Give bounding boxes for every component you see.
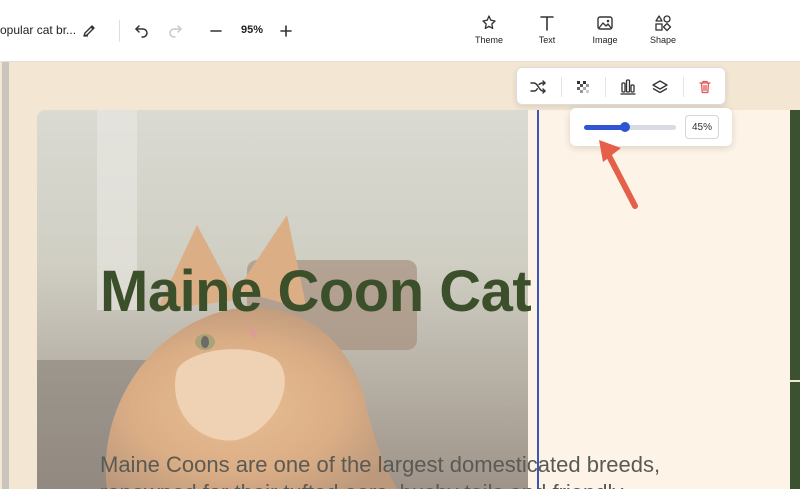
shuffle-button[interactable]	[526, 75, 550, 99]
align-button[interactable]	[616, 75, 640, 99]
accent-bar-gap	[790, 380, 800, 382]
theme-tool-label: Theme	[474, 35, 503, 45]
document-title[interactable]: opular cat br...	[0, 23, 76, 37]
layers-icon	[652, 80, 668, 94]
text-icon	[540, 16, 554, 31]
transparency-button[interactable]	[571, 75, 595, 99]
opacity-value-input[interactable]: 45%	[685, 115, 719, 139]
align-bottom-icon	[620, 79, 636, 95]
toolbar-separator	[119, 20, 120, 42]
undo-icon[interactable]	[133, 22, 151, 40]
image-icon	[597, 16, 613, 30]
edit-title-icon[interactable]	[80, 22, 98, 40]
text-tool-button[interactable]: Text	[525, 14, 569, 50]
opacity-slider-handle[interactable]	[620, 122, 631, 132]
shape-tool-label: Shape	[649, 35, 677, 45]
trash-icon	[699, 80, 711, 94]
transparency-icon	[577, 81, 589, 93]
annotation-arrow	[599, 140, 638, 209]
theme-tool-button[interactable]: Theme	[467, 14, 511, 50]
toolbar-separator	[683, 77, 684, 97]
theme-icon	[482, 15, 496, 30]
top-toolbar: opular cat br... 95% Theme Text Image Sh…	[0, 0, 800, 62]
opacity-slider[interactable]	[584, 122, 676, 132]
zoom-out-icon[interactable]	[207, 22, 225, 40]
slide-body-text-line1[interactable]: Maine Coons are one of the largest domes…	[100, 452, 660, 478]
slide-body-text-line2[interactable]: renowned for their tufted ears, bushy ta…	[100, 480, 623, 489]
zoom-in-icon[interactable]	[277, 22, 295, 40]
image-tool-label: Image	[592, 35, 618, 45]
zoom-level[interactable]: 95%	[237, 24, 267, 36]
shuffle-icon	[530, 80, 546, 94]
opacity-slider-fill	[584, 125, 626, 130]
image-tool-button[interactable]: Image	[583, 14, 627, 50]
shape-icon	[655, 15, 672, 32]
toolbar-separator	[561, 77, 562, 97]
delete-button[interactable]	[693, 75, 717, 99]
redo-icon[interactable]	[166, 22, 184, 40]
accent-bar	[790, 110, 800, 489]
element-toolbar	[516, 67, 726, 105]
toolbar-separator	[605, 77, 606, 97]
slide-headline[interactable]: Maine Coon Cat	[100, 258, 532, 325]
text-tool-label: Text	[538, 35, 556, 45]
canvas-scrollbar[interactable]	[2, 62, 9, 489]
layers-button[interactable]	[648, 75, 672, 99]
selection-guide-line	[537, 110, 539, 489]
shape-tool-button[interactable]: Shape	[641, 14, 685, 50]
